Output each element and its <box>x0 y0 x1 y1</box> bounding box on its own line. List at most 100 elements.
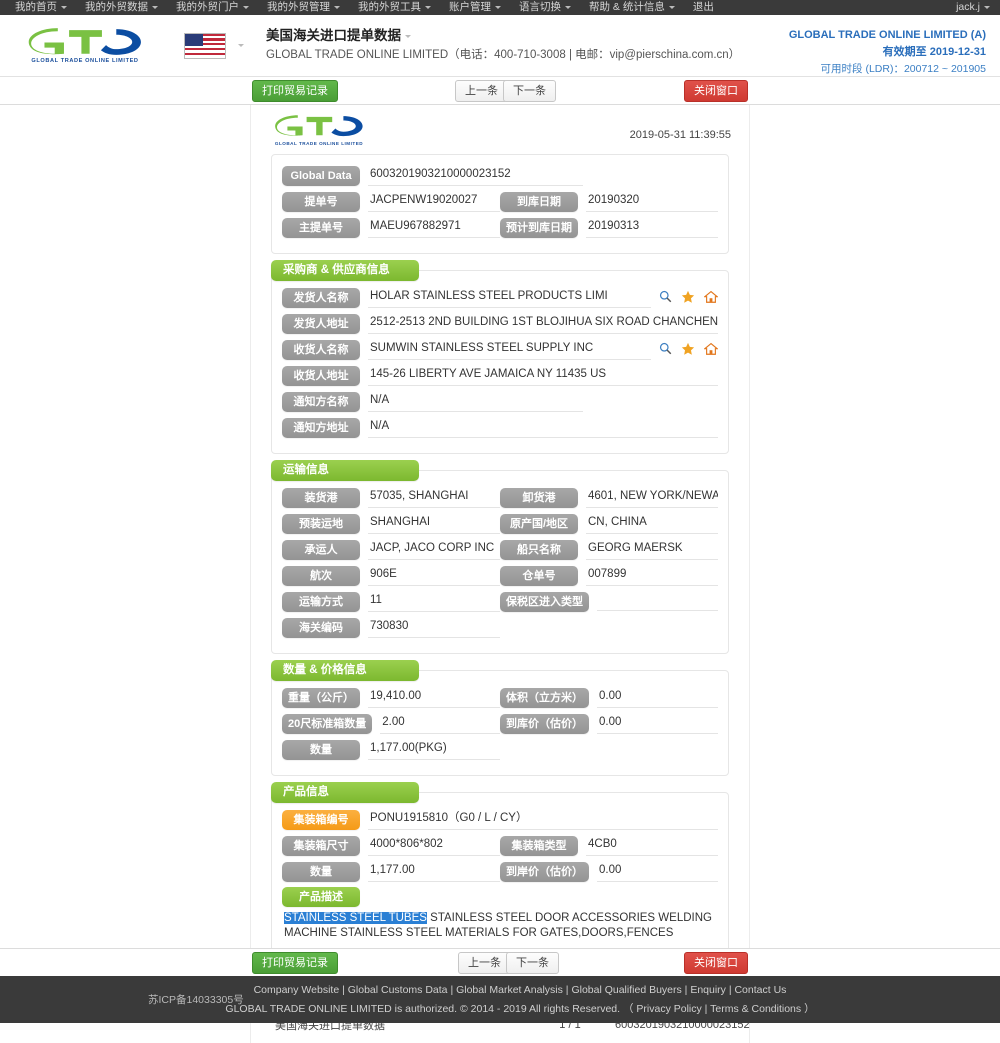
carrier-label: 承运人 <box>282 539 360 560</box>
nav-item-label: 我的外贸数据 <box>85 1 148 13</box>
ftz-entry-type-value <box>597 592 718 611</box>
nav-item-account-management[interactable]: 账户管理 <box>440 0 510 15</box>
estimated-arrival-value: 20190313 <box>586 217 718 238</box>
section-title-product: 产品信息 <box>271 782 419 803</box>
global-data-value: 6003201903210000023152 <box>368 165 583 186</box>
close-window-button-bottom[interactable]: 关闭窗口 <box>684 952 748 974</box>
cif-price-value: 0.00 <box>597 713 718 734</box>
shipper-name-value: HOLAR STAINLESS STEEL PRODUCTS LIMI <box>368 287 651 308</box>
consignee-action-icons <box>651 342 719 358</box>
container-number-value: PONU1915810（G0 / L / CY） <box>368 809 718 830</box>
search-icon[interactable] <box>659 342 672 357</box>
home-icon[interactable] <box>703 290 719 306</box>
transport-mode-label: 运输方式 <box>282 591 360 612</box>
company-contact-line: GLOBAL TRADE ONLINE LIMITED（电话：400-710-3… <box>266 49 741 62</box>
arrival-date-label: 到库日期 <box>500 191 578 212</box>
master-bl-label: 主提单号 <box>282 217 360 238</box>
estimated-arrival-label: 预计到库日期 <box>500 217 578 238</box>
previous-record-button-bottom[interactable]: 上一条 <box>458 952 511 974</box>
user-name-label: jack.j <box>956 1 980 13</box>
previous-record-button[interactable]: 上一条 <box>455 80 508 102</box>
nav-item-label: 帮助 & 统计信息 <box>589 1 665 13</box>
product-description-text: STAINLESS STEEL TUBES STAINLESS STEEL DO… <box>282 909 718 943</box>
nav-item-logout[interactable]: 退出 <box>684 0 723 15</box>
weight-label: 重量（公斤） <box>282 687 360 708</box>
parties-card: 采购商 & 供应商信息 发货人名称 HOLAR STAINLESS STEEL … <box>271 260 729 454</box>
page-title: 美国海关进口提单数据 <box>266 28 401 44</box>
consignee-address-value: 145-26 LIBERTY AVE JAMAICA NY 11435 US <box>368 365 718 386</box>
star-icon[interactable] <box>681 290 695 306</box>
nav-item-trade-data[interactable]: 我的外贸数据 <box>76 0 167 15</box>
bl-number-value: JACPENW19020027 <box>368 191 500 212</box>
preload-location-label: 预装运地 <box>282 513 360 534</box>
consignee-name-label: 收货人名称 <box>282 339 360 360</box>
shipper-address-value: 2512-2513 2ND BUILDING 1ST BLOJIHUA SIX … <box>368 313 718 334</box>
vessel-name-label: 船只名称 <box>500 539 578 560</box>
chevron-down-icon <box>425 5 431 9</box>
print-trade-record-button[interactable]: 打印贸易记录 <box>252 80 338 102</box>
notify-party-name-label: 通知方名称 <box>282 391 360 412</box>
nav-item-home[interactable]: 我的首页 <box>6 0 76 15</box>
quantity-label: 数量 <box>282 739 360 760</box>
content-stage: GLOBAL TRADE ONLINE LIMITED 2019-05-31 1… <box>0 105 1000 1043</box>
us-flag-icon <box>184 32 226 59</box>
document-timestamp: 2019-05-31 11:39:55 <box>629 129 731 141</box>
chevron-down-icon[interactable] <box>405 35 411 39</box>
carrier-value: JACP, JACO CORP INC <box>368 539 500 560</box>
print-trade-record-button-bottom[interactable]: 打印贸易记录 <box>252 952 338 974</box>
gto-logo[interactable]: GLOBAL TRADE ONLINE LIMITED <box>26 27 144 64</box>
page-header: GLOBAL TRADE ONLINE LIMITED 美国海关进口提单数据 G… <box>0 15 1000 77</box>
nav-item-label: 账户管理 <box>449 1 491 13</box>
validity-label: 有效期至 <box>882 46 927 59</box>
nav-item-trade-tools[interactable]: 我的外贸工具 <box>349 0 440 15</box>
quantity-price-card: 数量 & 价格信息 重量（公斤） 19,410.00 体积（立方米） 0.00 20… <box>271 660 729 776</box>
bl-number-label: 提单号 <box>282 191 360 212</box>
weight-value: 19,410.00 <box>368 687 500 708</box>
basic-info-card: Global Data 6003201903210000023152 提单号 J… <box>271 154 729 254</box>
hs-code-value: 730830 <box>368 617 500 638</box>
nav-item-help-stats[interactable]: 帮助 & 统计信息 <box>580 0 684 15</box>
page-footer: 苏ICP备14033305号 Company Website | Global … <box>0 976 1000 1023</box>
load-port-value: 57035, SHANGHAI <box>368 487 500 508</box>
hs-code-label: 海关编码 <box>282 617 360 638</box>
document-header: GLOBAL TRADE ONLINE LIMITED 2019-05-31 1… <box>251 105 749 152</box>
ldr-range: 可用时段 (LDR)：200712 ~ 201905 <box>820 63 986 76</box>
star-icon[interactable] <box>681 342 695 358</box>
notify-party-address-value: N/A <box>368 417 718 438</box>
next-record-button[interactable]: 下一条 <box>503 80 556 102</box>
next-record-button-bottom[interactable]: 下一条 <box>506 952 559 974</box>
transport-mode-value: 11 <box>368 591 500 612</box>
document-logo: GLOBAL TRADE ONLINE LIMITED <box>273 115 365 146</box>
user-menu[interactable]: jack.j <box>956 0 990 15</box>
container-number-label: 集装箱编号 <box>282 809 360 830</box>
chevron-down-icon <box>495 5 501 9</box>
bill-of-lading-document: GLOBAL TRADE ONLINE LIMITED 2019-05-31 1… <box>250 105 750 1043</box>
section-title-parties: 采购商 & 供应商信息 <box>271 260 419 281</box>
toolbar-bottom: 打印贸易记录 上一条 下一条 关闭窗口 <box>0 948 1000 976</box>
teu-value: 2.00 <box>380 713 500 734</box>
search-icon[interactable] <box>659 290 672 305</box>
nav-item-label: 我的外贸管理 <box>267 1 330 13</box>
product-quantity-value: 1,177.00 <box>368 861 500 882</box>
account-name: GLOBAL TRADE ONLINE LIMITED (A) <box>788 29 986 41</box>
country-selector[interactable] <box>184 32 244 59</box>
manifest-number-value: 007899 <box>586 565 718 586</box>
nav-item-label: 我的首页 <box>15 1 57 13</box>
consignee-address-label: 收货人地址 <box>282 365 360 386</box>
nav-item-language-switch[interactable]: 语言切换 <box>510 0 580 15</box>
icp-license: 苏ICP备14033305号 <box>148 994 244 1006</box>
gto-logo-text: GLOBAL TRADE ONLINE LIMITED <box>274 141 364 146</box>
nav-item-trade-management[interactable]: 我的外贸管理 <box>258 0 349 15</box>
chevron-down-icon <box>238 44 244 47</box>
chevron-down-icon <box>334 5 340 9</box>
close-window-button[interactable]: 关闭窗口 <box>684 80 748 102</box>
nav-item-trade-portal[interactable]: 我的外贸门户 <box>167 0 258 15</box>
voyage-label: 航次 <box>282 565 360 586</box>
chevron-down-icon <box>61 5 67 9</box>
validity-value: 2019-12-31 <box>929 46 986 59</box>
home-icon[interactable] <box>703 342 719 358</box>
gto-logo-mark <box>275 115 363 137</box>
transport-card: 运输信息 装货港 57035, SHANGHAI 卸货港 4601, NEW YOR… <box>271 460 729 654</box>
notify-party-name-value: N/A <box>368 391 583 412</box>
gto-logo-text: GLOBAL TRADE ONLINE LIMITED <box>31 57 139 64</box>
